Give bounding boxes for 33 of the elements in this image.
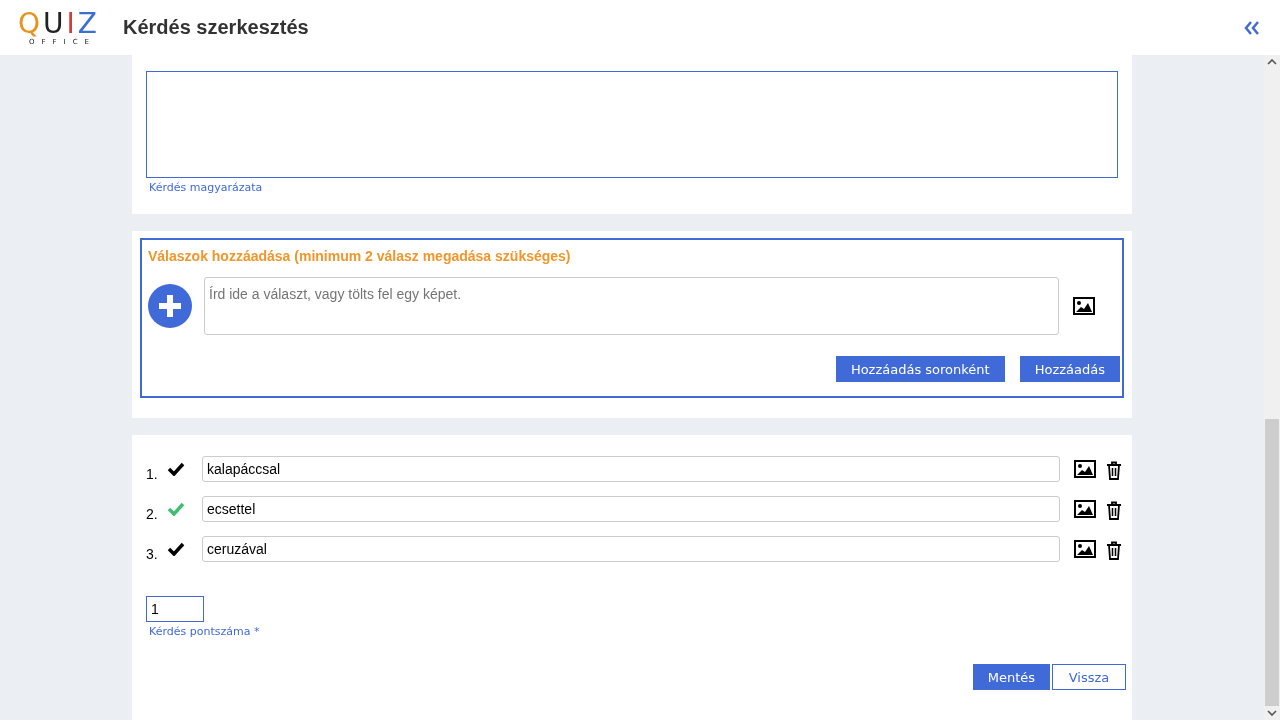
points-label: Kérdés pontszáma * [149, 625, 261, 638]
scroll-up-icon[interactable] [1267, 59, 1277, 65]
back-button[interactable]: Vissza [1052, 664, 1126, 690]
answer-number: 1. [146, 466, 159, 482]
answer-field[interactable]: ceruzával [202, 536, 1060, 562]
answer-field[interactable]: ecsettel [202, 496, 1060, 522]
plus-circle-icon[interactable] [148, 284, 192, 328]
explanation-field[interactable] [146, 71, 1118, 178]
trash-icon[interactable] [1106, 540, 1122, 560]
image-icon[interactable] [1073, 297, 1095, 315]
double-chevron-left-icon[interactable] [1244, 20, 1260, 35]
image-icon[interactable] [1074, 500, 1096, 518]
scroll-thumb[interactable] [1265, 419, 1279, 706]
checkmark-icon[interactable] [167, 542, 185, 556]
checkmark-icon[interactable] [167, 462, 185, 476]
page-title: Kérdés szerkesztés [123, 16, 310, 39]
explanation-label: Kérdés magyarázata [149, 181, 264, 194]
answer-input-field[interactable]: Írd ide a választ, vagy tölts fel egy képet. [204, 277, 1059, 335]
trash-icon[interactable] [1106, 460, 1122, 480]
scrollbar[interactable] [1264, 55, 1280, 720]
trash-icon[interactable] [1106, 500, 1122, 520]
checkmark-icon[interactable] [167, 502, 185, 516]
add-answers-title: Válaszok hozzáadása (minimum 2 válasz megadása szükséges) [148, 248, 572, 264]
answer-number: 2. [146, 506, 159, 522]
answer-number: 3. [146, 546, 159, 562]
image-icon[interactable] [1074, 540, 1096, 558]
add-button[interactable]: Hozzáadás [1019, 356, 1120, 382]
save-button[interactable]: Mentés [972, 664, 1050, 690]
image-icon[interactable] [1074, 460, 1096, 478]
scroll-down-icon[interactable] [1267, 710, 1277, 716]
points-field[interactable]: 1 [146, 596, 204, 622]
answer-field[interactable]: kalapáccsal [202, 456, 1060, 482]
add-button[interactable]: Hozzáadás soronként [835, 356, 1005, 382]
